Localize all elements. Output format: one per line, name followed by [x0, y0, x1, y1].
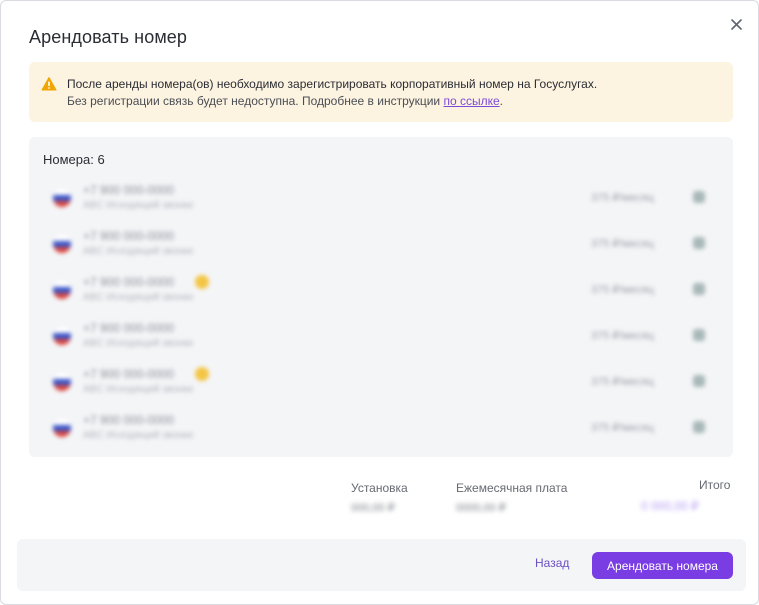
monthly-label: Ежемесячная плата [456, 481, 568, 495]
phone-number: +7 900 000-0000 [83, 229, 175, 243]
phone-number: +7 900 000-0000 [83, 183, 175, 197]
number-price: 375 ₽/месяц [591, 422, 654, 434]
alert-text-prefix: Без регистрации связь будет недоступна. … [67, 94, 444, 108]
number-row: +7 900 000-0000 ABC Исходящий звонки 375 ₽… [29, 405, 733, 451]
warning-icon [41, 77, 57, 91]
phone-number: +7 900 000-0000 [83, 367, 175, 381]
number-type: ABC Исходящий звонки [83, 200, 194, 211]
close-icon [730, 18, 742, 30]
star-icon [195, 367, 209, 381]
close-button[interactable] [727, 15, 745, 33]
total-label: Итого [699, 478, 731, 492]
phone-number: +7 900 000-0000 [83, 275, 175, 289]
back-button[interactable]: Назад [535, 556, 569, 570]
monthly-value: 0000,00 ₽ [456, 502, 506, 514]
star-icon [195, 275, 209, 289]
dialog-footer: Назад Арендовать номера [17, 539, 746, 591]
number-row: +7 900 000-0000 ABC Исходящий звонки 375 ₽… [29, 175, 733, 221]
info-icon [693, 283, 705, 295]
number-price: 375 ₽/месяц [591, 238, 654, 250]
total-value: 0 000,00 ₽ [641, 499, 699, 513]
alert-text: После аренды номера(ов) необходимо зарег… [67, 77, 598, 91]
number-type: ABC Исходящий звонки [83, 246, 194, 257]
number-type: ABC Исходящий звонки [83, 430, 194, 441]
info-icon [693, 375, 705, 387]
info-icon [693, 329, 705, 341]
number-type: ABC Исходящий звонки [83, 338, 194, 349]
number-row: +7 900 000-0000 ABC Исходящий звонки 375 ₽… [29, 359, 733, 405]
numbers-count: Номера: 6 [43, 152, 105, 167]
install-value: 000,00 ₽ [351, 502, 395, 514]
instructions-link[interactable]: по ссылке [443, 94, 499, 108]
install-label: Установка [351, 481, 408, 495]
number-price: 375 ₽/месяц [591, 192, 654, 204]
alert-text-suffix: . [499, 94, 504, 108]
number-type: ABC Исходящий звонки [83, 292, 194, 303]
phone-number: +7 900 000-0000 [83, 321, 175, 335]
alert-text-secondary: Без регистрации связь будет недоступна. … [67, 94, 503, 108]
flag-icon [53, 419, 71, 437]
flag-icon [53, 189, 71, 207]
flag-icon [53, 235, 71, 253]
info-icon [693, 237, 705, 249]
rent-number-dialog: Арендовать номер После аренды номера(ов)… [0, 0, 759, 605]
registration-alert: После аренды номера(ов) необходимо зарег… [29, 62, 733, 122]
flag-icon [53, 281, 71, 299]
info-icon [693, 191, 705, 203]
flag-icon [53, 373, 71, 391]
number-price: 375 ₽/месяц [591, 284, 654, 296]
dialog-title: Арендовать номер [29, 27, 188, 47]
number-price: 375 ₽/месяц [591, 330, 654, 342]
number-type: ABC Исходящий звонки [83, 384, 194, 395]
number-row: +7 900 000-0000 ABC Исходящий звонки 375 ₽… [29, 221, 733, 267]
number-price: 375 ₽/месяц [591, 376, 654, 388]
numbers-rows: +7 900 000-0000 ABC Исходящий звонки 375 ₽… [29, 175, 733, 451]
flag-icon [53, 327, 71, 345]
numbers-list: Номера: 6 +7 900 000-0000 ABC Исходящий з… [29, 137, 733, 457]
phone-number: +7 900 000-0000 [83, 413, 175, 427]
info-icon [693, 421, 705, 433]
number-row: +7 900 000-0000 ABC Исходящий звонки 375 ₽… [29, 267, 733, 313]
rent-numbers-button[interactable]: Арендовать номера [592, 552, 733, 579]
number-row: +7 900 000-0000 ABC Исходящий звонки 375 ₽… [29, 313, 733, 359]
